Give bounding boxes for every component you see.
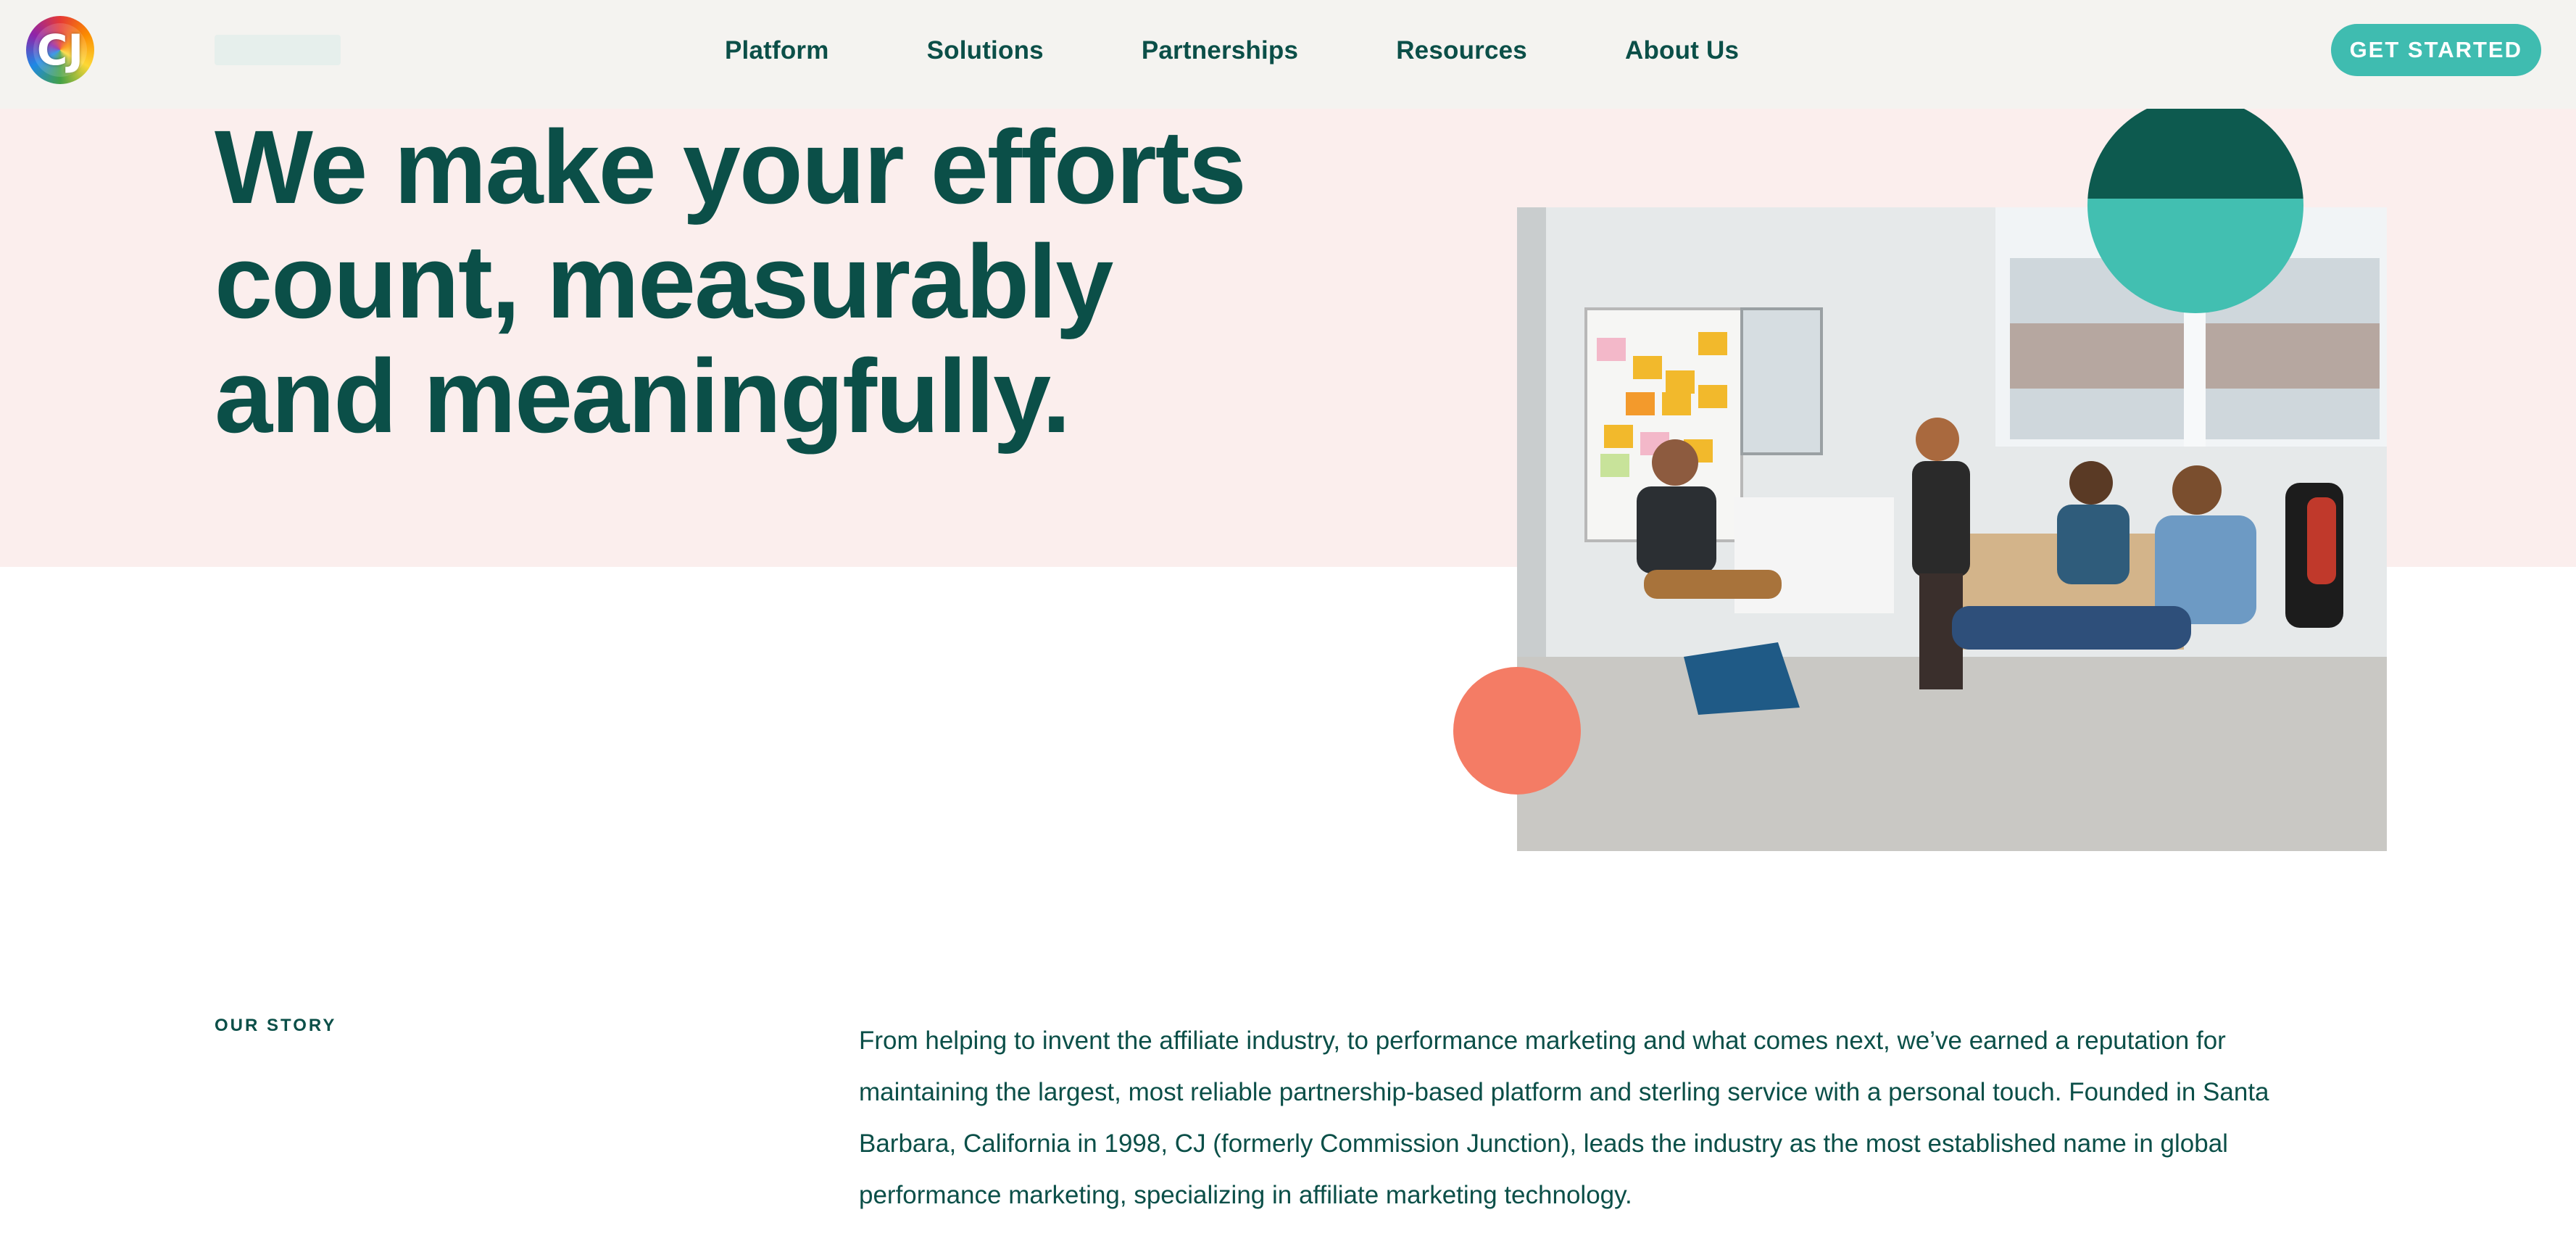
logo-text: CJ [33, 23, 87, 77]
our-story-text: From helping to invent the affiliate ind… [859, 1027, 2269, 1209]
photo-illustration [1517, 207, 2387, 851]
headline-line-3: and meaningfully. [215, 338, 1071, 455]
headline-line-1: We make your efforts [215, 109, 1247, 225]
main-nav: Platform Solutions Partnerships Resource… [725, 0, 1837, 101]
hero-headline: We make your efforts count, measurably a… [215, 110, 1374, 454]
nav-solutions[interactable]: Solutions [927, 36, 1044, 65]
cj-logo[interactable]: CJ [26, 16, 94, 84]
get-started-button[interactable]: GET STARTED [2330, 24, 2541, 76]
page: CJ Platform Solutions Partnerships Resou… [0, 0, 2576, 1244]
decorative-coral-circle [1453, 667, 1581, 795]
headline-line-2: count, measurably [215, 223, 1113, 340]
nav-partnerships[interactable]: Partnerships [1142, 36, 1298, 65]
nav-about-us[interactable]: About Us [1625, 36, 1739, 65]
site-header: CJ Platform Solutions Partnerships Resou… [0, 0, 2576, 109]
decorative-half-circle [2087, 97, 2303, 313]
nav-platform[interactable]: Platform [725, 36, 829, 65]
faded-badge [215, 35, 341, 65]
nav-resources[interactable]: Resources [1396, 36, 1527, 65]
our-story-label: OUR STORY [215, 1016, 337, 1035]
team-meeting-photo [1517, 207, 2387, 851]
